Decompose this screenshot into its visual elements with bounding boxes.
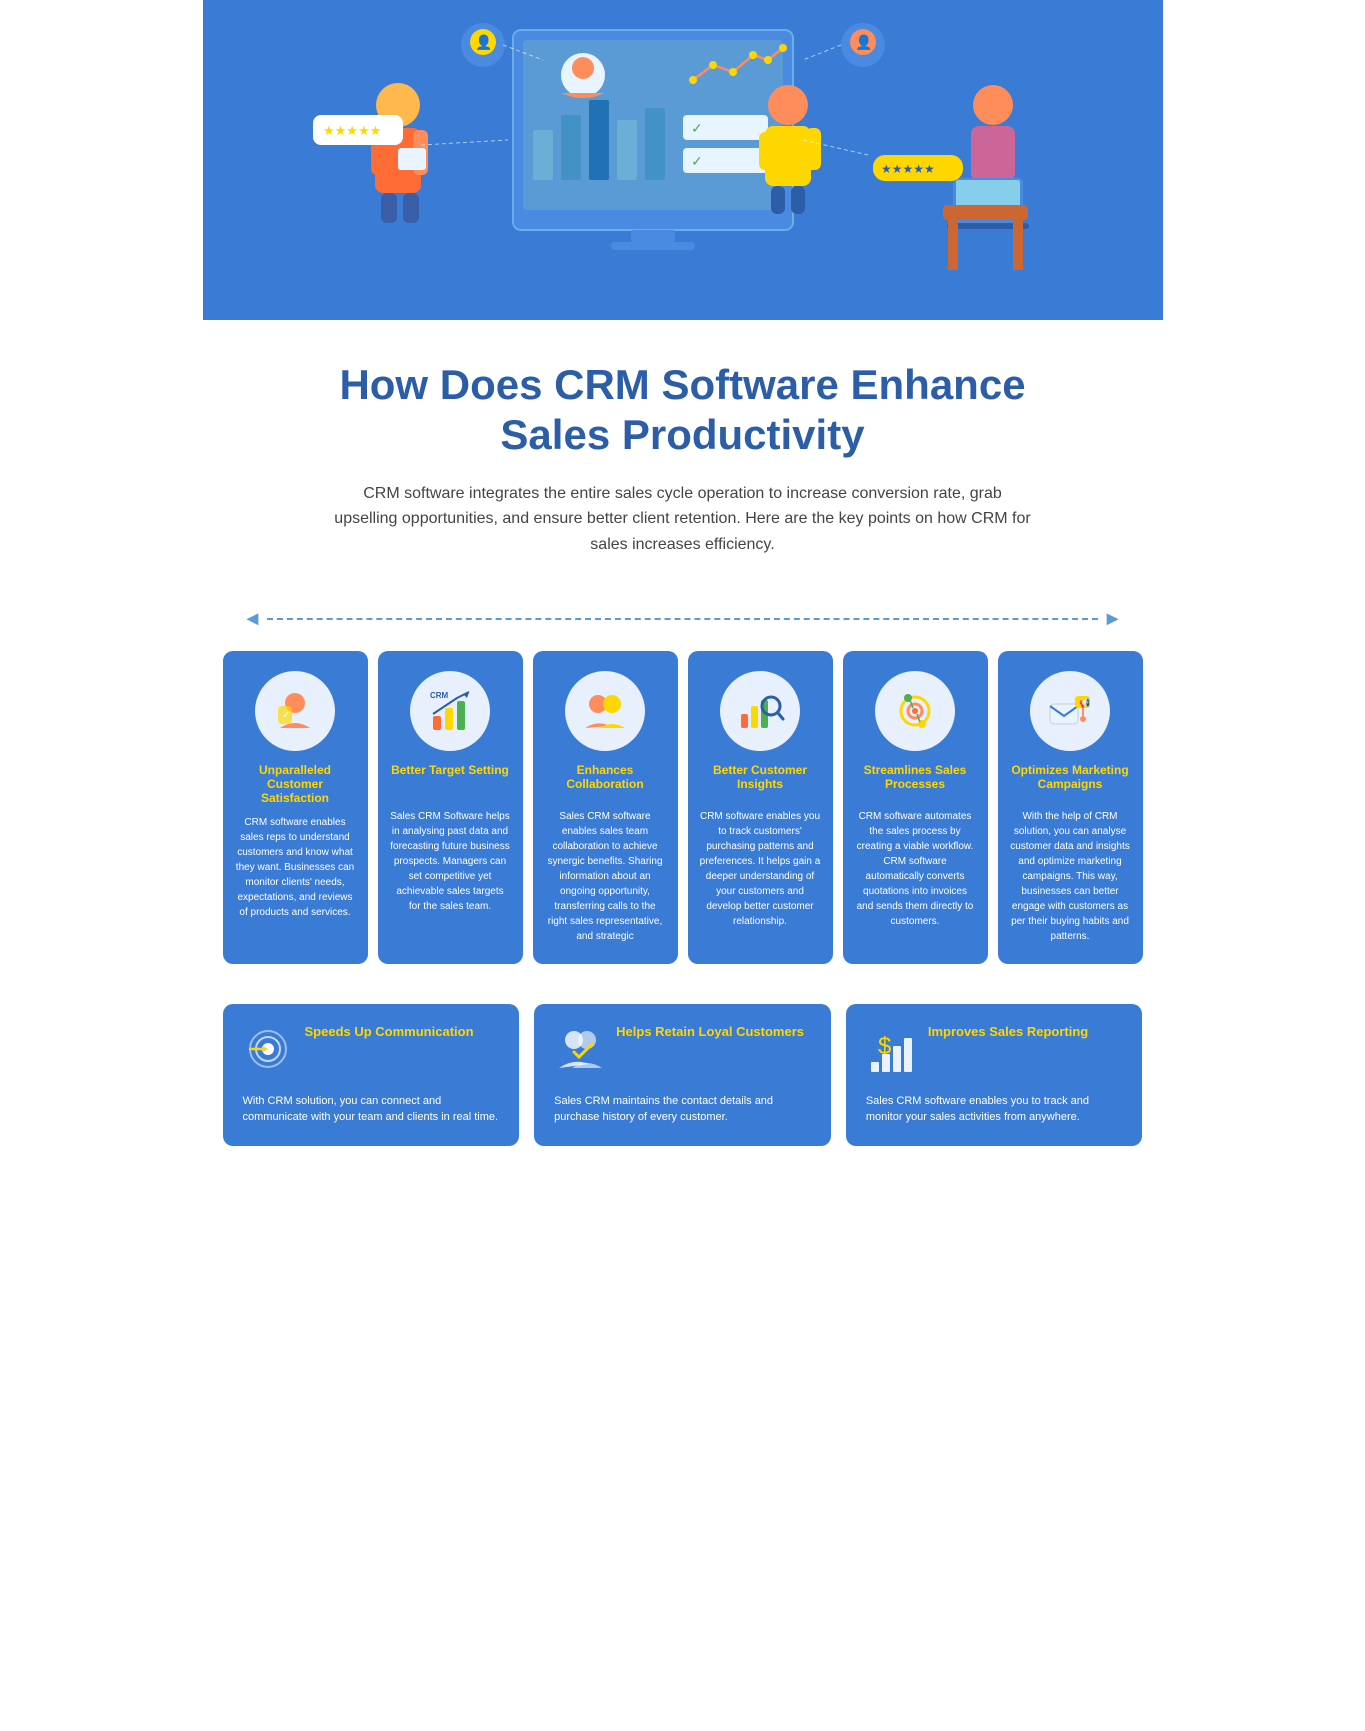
title-section: How Does CRM Software Enhance Sales Prod… bbox=[203, 320, 1163, 608]
svg-text:👤: 👤 bbox=[855, 34, 872, 51]
card-5-icon bbox=[875, 671, 955, 751]
card-4-icon bbox=[720, 671, 800, 751]
svg-text:📢: 📢 bbox=[1079, 697, 1090, 709]
card-b3-icon: $ bbox=[866, 1024, 916, 1083]
card-5-text: CRM software automates the sales process… bbox=[855, 809, 976, 929]
card-target-setting: CRM Better Target Setting Sales CRM Soft… bbox=[378, 651, 523, 964]
card-customer-satisfaction: ✓ Unparalleled Customer Satisfaction CRM… bbox=[223, 651, 368, 964]
card-customer-insights: Better Customer Insights CRM software en… bbox=[688, 651, 833, 964]
card-b2-title: Helps Retain Loyal Customers bbox=[616, 1024, 804, 1041]
svg-text:✓: ✓ bbox=[282, 710, 290, 721]
card-b1-icon bbox=[243, 1024, 293, 1083]
svg-text:★★★★★: ★★★★★ bbox=[881, 162, 935, 176]
card-6-title: Optimizes Marketing Campaigns bbox=[1010, 763, 1131, 799]
dotted-line bbox=[267, 618, 1097, 620]
card-b2-text: Sales CRM maintains the contact details … bbox=[554, 1093, 811, 1126]
card-4-text: CRM software enables you to track custom… bbox=[700, 809, 821, 929]
card-marketing-campaigns: 📢 Optimizes Marketing Campaigns With the… bbox=[998, 651, 1143, 964]
card-sales-reporting: $ Improves Sales Reporting Sales CRM sof… bbox=[846, 1004, 1143, 1146]
subtitle: CRM software integrates the entire sales… bbox=[333, 481, 1033, 558]
card-sales-processes: Streamlines Sales Processes CRM software… bbox=[843, 651, 988, 964]
card-3-icon bbox=[565, 671, 645, 751]
card-1-text: CRM software enables sales reps to under… bbox=[235, 815, 356, 920]
svg-text:CRM: CRM bbox=[430, 691, 449, 700]
bottom-cards-grid: Speeds Up Communication With CRM solutio… bbox=[223, 1004, 1143, 1146]
card-b2-icon bbox=[554, 1024, 604, 1083]
svg-text:★★★★★: ★★★★★ bbox=[323, 123, 381, 138]
arrow-right-icon: ► bbox=[1103, 608, 1123, 631]
svg-text:👤: 👤 bbox=[475, 34, 492, 51]
card-communication: Speeds Up Communication With CRM solutio… bbox=[223, 1004, 520, 1146]
bottom-cards-section: Speeds Up Communication With CRM solutio… bbox=[203, 994, 1163, 1186]
card-b2-header: Helps Retain Loyal Customers bbox=[554, 1024, 811, 1083]
card-2-text: Sales CRM Software helps in analysing pa… bbox=[390, 809, 511, 914]
card-6-text: With the help of CRM solution, you can a… bbox=[1010, 809, 1131, 944]
card-collaboration: Enhances Collaboration Sales CRM softwar… bbox=[533, 651, 678, 964]
arrow-left-icon: ◄ bbox=[243, 608, 263, 631]
card-5-title: Streamlines Sales Processes bbox=[855, 763, 976, 799]
card-1-icon: ✓ bbox=[255, 671, 335, 751]
card-3-text: Sales CRM software enables sales team co… bbox=[545, 809, 666, 944]
card-4-title: Better Customer Insights bbox=[700, 763, 821, 799]
card-1-title: Unparalleled Customer Satisfaction bbox=[235, 763, 356, 805]
card-b3-title: Improves Sales Reporting bbox=[928, 1024, 1088, 1041]
top-cards-section: ✓ Unparalleled Customer Satisfaction CRM… bbox=[203, 651, 1163, 994]
arrow-divider: ◄ ► bbox=[203, 608, 1163, 631]
svg-text:✓: ✓ bbox=[691, 120, 703, 136]
card-b1-title: Speeds Up Communication bbox=[305, 1024, 474, 1041]
hero-section: ✓ ✓ ★★★★★ bbox=[203, 0, 1163, 320]
card-b1-text: With CRM solution, you can connect and c… bbox=[243, 1093, 500, 1126]
card-b1-header: Speeds Up Communication bbox=[243, 1024, 500, 1083]
card-2-icon: CRM bbox=[410, 671, 490, 751]
card-loyal-customers: Helps Retain Loyal Customers Sales CRM m… bbox=[534, 1004, 831, 1146]
svg-text:✓: ✓ bbox=[691, 153, 703, 169]
card-6-icon: 📢 bbox=[1030, 671, 1110, 751]
card-b3-text: Sales CRM software enables you to track … bbox=[866, 1093, 1123, 1126]
card-b3-header: $ Improves Sales Reporting bbox=[866, 1024, 1123, 1083]
main-title: How Does CRM Software Enhance Sales Prod… bbox=[283, 360, 1083, 461]
card-2-title: Better Target Setting bbox=[390, 763, 511, 799]
top-cards-grid: ✓ Unparalleled Customer Satisfaction CRM… bbox=[223, 651, 1143, 964]
card-3-title: Enhances Collaboration bbox=[545, 763, 666, 799]
